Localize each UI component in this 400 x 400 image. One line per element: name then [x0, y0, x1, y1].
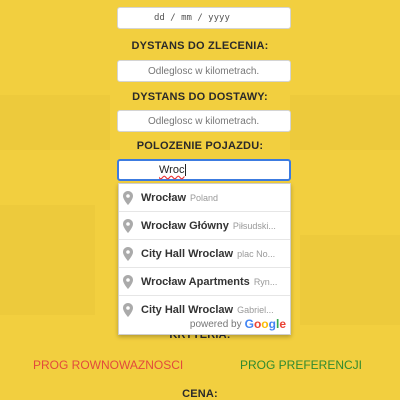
map-pin-icon	[123, 274, 133, 289]
dystans-dostawy-label: DYSTANS DO DOSTAWY:	[132, 91, 268, 103]
autocomplete-dropdown: Wrocław Poland Wrocław Główny Piłsudski.…	[118, 183, 291, 335]
autocomplete-item-secondary: Gabriel...	[237, 304, 274, 315]
autocomplete-item-secondary: Piłsudski...	[232, 220, 276, 231]
background-decoration	[0, 205, 95, 315]
autocomplete-item-main: City Hall Wroclaw	[141, 303, 234, 316]
map-pin-icon	[123, 218, 133, 233]
polozenie-pojazdu-label: POLOZENIE POJAZDU:	[136, 140, 264, 152]
autocomplete-item-main: Wrocław Główny	[141, 219, 229, 232]
autocomplete-item[interactable]: Wrocław Główny Piłsudski...	[119, 211, 290, 239]
autocomplete-item-main: City Hall Wroclaw	[141, 247, 234, 260]
date-input[interactable]: dd / mm / yyyy	[117, 7, 291, 29]
polozenie-pojazdu-value: Wroc	[159, 164, 185, 176]
polozenie-pojazdu-input[interactable]: Wroc	[117, 159, 291, 181]
autocomplete-item-main: Wrocław	[141, 191, 187, 204]
cena-label: CENA:	[182, 388, 218, 400]
autocomplete-item-secondary: plac No...	[237, 248, 276, 259]
background-decoration	[300, 235, 400, 325]
autocomplete-item-secondary: Ryn...	[253, 276, 278, 287]
prog-rownowaznosci-label: PROG ROWNOWAZNOSCI	[33, 358, 184, 372]
map-pin-icon	[123, 302, 133, 317]
dystans-dostawy-input[interactable]: Odleglosc w kilometrach.	[117, 110, 291, 132]
autocomplete-item[interactable]: Wrocław Apartments Ryn...	[119, 267, 290, 295]
autocomplete-item-main: Wrocław Apartments	[141, 275, 250, 288]
powered-by-google: powered by Google	[190, 317, 286, 331]
google-logo: Google	[244, 317, 286, 331]
autocomplete-item[interactable]: Wrocław Poland	[119, 184, 290, 211]
autocomplete-item[interactable]: City Hall Wroclaw plac No...	[119, 239, 290, 267]
map-pin-icon	[123, 246, 133, 261]
powered-by-text: powered by	[189, 318, 242, 330]
dystans-zlecenia-input[interactable]: Odleglosc w kilometrach.	[117, 60, 291, 82]
autocomplete-item-secondary: Poland	[190, 192, 219, 203]
text-caret	[185, 164, 187, 176]
map-pin-icon	[123, 190, 133, 205]
dystans-zlecenia-label: DYSTANS DO ZLECENIA:	[131, 40, 269, 52]
prog-preferencji-label: PROG PREFERENCJI	[240, 358, 363, 372]
